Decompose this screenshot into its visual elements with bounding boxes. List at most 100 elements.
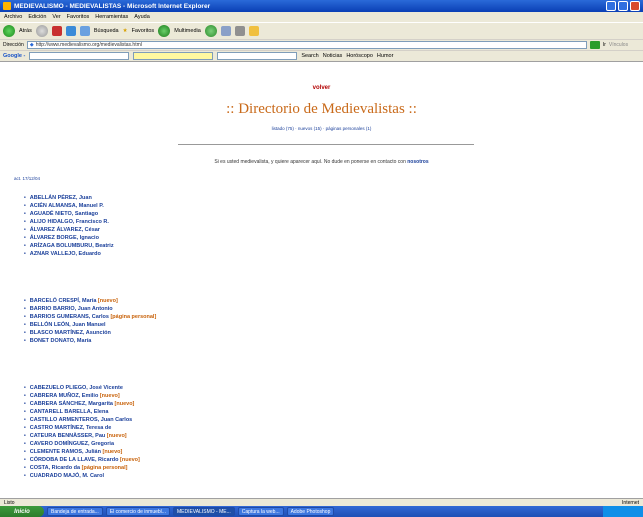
- list-item[interactable]: CAVERO DOMÍNGUEZ, Gregoria: [24, 440, 140, 448]
- maximize-button[interactable]: [618, 1, 628, 11]
- taskbar-item[interactable]: Captura la web...: [237, 507, 284, 516]
- medievalist-name-link[interactable]: CANTARELL BARELLA, Elena: [30, 409, 109, 415]
- medievalist-name-link[interactable]: BLASCO MARTÍNEZ, Asunción: [30, 330, 111, 336]
- list-item[interactable]: BONET DONATO, María: [24, 337, 156, 345]
- multimedia-button[interactable]: Multimedia: [174, 28, 201, 34]
- medievalist-name-link[interactable]: ACIÉN ALMANSA, Manuel P.: [30, 203, 104, 209]
- medievalist-name-link[interactable]: CLEMENTE RAMOS, Julián: [30, 449, 101, 455]
- subnav-links[interactable]: listado (75) · nuevos (15) · páginas per…: [0, 126, 643, 131]
- go-button[interactable]: Ir: [603, 42, 606, 48]
- list-item[interactable]: BARRIO BARRIO, Juan Antonio: [24, 305, 156, 313]
- menu-item-edicion[interactable]: Edición: [28, 14, 46, 20]
- menu-item-favoritos[interactable]: Favoritos: [67, 14, 90, 20]
- list-item[interactable]: CÓRDOBA DE LA LLAVE, Ricardo [nuevo]: [24, 456, 140, 464]
- list-item[interactable]: CABEZUELO PLIEGO, José Vicente: [24, 384, 140, 392]
- menu-item-archivo[interactable]: Archivo: [4, 14, 22, 20]
- medievalist-name-link[interactable]: CABEZUELO PLIEGO, José Vicente: [30, 385, 123, 391]
- google-highlight-field[interactable]: [133, 52, 214, 60]
- new-badge[interactable]: [nuevo]: [115, 401, 135, 407]
- taskbar-item[interactable]: El comercio de inmuebl...: [105, 507, 170, 516]
- links-label[interactable]: Vínculos: [609, 42, 628, 48]
- list-item[interactable]: ALIJO HIDALGO, Francisco R.: [24, 218, 114, 226]
- taskbar-item-active[interactable]: MEDIEVALISMO - ME...: [172, 507, 235, 516]
- list-item[interactable]: BELLÓN LEÓN, Juan Manuel: [24, 321, 156, 329]
- medievalist-name-link[interactable]: ABELLÁN PÉREZ, Juan: [30, 195, 92, 201]
- medievalist-name-link[interactable]: ALIJO HIDALGO, Francisco R.: [30, 219, 109, 225]
- folder-icon[interactable]: [248, 26, 259, 36]
- favorites-button[interactable]: Favoritos: [132, 28, 155, 34]
- medievalist-name-link[interactable]: CÓRDOBA DE LA LLAVE, Ricardo: [30, 457, 119, 463]
- google-logo[interactable]: Google -: [3, 53, 25, 59]
- forward-icon[interactable]: [35, 25, 48, 37]
- personal-page-link[interactable]: [página personal]: [110, 314, 156, 320]
- medievalist-name-link[interactable]: CAVERO DOMÍNGUEZ, Gregoria: [30, 441, 114, 447]
- medievalist-name-link[interactable]: BARRIO BARRIO, Juan Antonio: [30, 306, 113, 312]
- medievalist-name-link[interactable]: COSTA, Ricardo da: [30, 465, 80, 471]
- google-dropdown[interactable]: [217, 52, 298, 60]
- list-item[interactable]: ÁLVAREZ ÁLVAREZ, César: [24, 226, 114, 234]
- medievalist-name-link[interactable]: BARRIOS GUMERANS, Carlos: [30, 314, 109, 320]
- new-badge[interactable]: [nuevo]: [98, 298, 118, 304]
- medievalist-name-link[interactable]: CASTILLO ARMENTEROS, Juan Carlos: [30, 417, 132, 423]
- google-horoscope-button[interactable]: Horóscopo: [346, 53, 373, 59]
- close-button[interactable]: [630, 1, 640, 11]
- volver-link[interactable]: volver: [0, 85, 643, 91]
- list-item[interactable]: AGUADÉ NIETO, Santiago: [24, 210, 114, 218]
- medievalist-name-link[interactable]: AZNAR VALLEJO, Eduardo: [30, 251, 101, 257]
- search-button[interactable]: Búsqueda: [94, 28, 119, 34]
- personal-page-link[interactable]: [página personal]: [82, 465, 128, 471]
- medievalist-name-link[interactable]: ÁLVAREZ ÁLVAREZ, César: [30, 227, 100, 233]
- stop-icon[interactable]: [51, 26, 62, 36]
- list-item[interactable]: CASTILLO ARMENTEROS, Juan Carlos: [24, 416, 140, 424]
- new-badge[interactable]: [nuevo]: [100, 393, 120, 399]
- history-icon[interactable]: [204, 25, 217, 37]
- google-search-button[interactable]: Search: [301, 53, 318, 59]
- list-item[interactable]: ÁLVAREZ BORGE, Ignacio: [24, 234, 114, 242]
- list-item[interactable]: BLASCO MARTÍNEZ, Asunción: [24, 329, 156, 337]
- list-item[interactable]: BARCELÓ CRESPÍ, María [nuevo]: [24, 297, 156, 305]
- medievalist-name-link[interactable]: CABRERA SÁNCHEZ, Margarita: [30, 401, 113, 407]
- new-badge[interactable]: [nuevo]: [103, 449, 123, 455]
- new-badge[interactable]: [nuevo]: [107, 433, 127, 439]
- google-humor-button[interactable]: Humor: [377, 53, 394, 59]
- medievalist-name-link[interactable]: CASTRO MARTÍNEZ, Teresa de: [30, 425, 112, 431]
- list-item[interactable]: CATEURA BENNÀSSER, Pau [nuevo]: [24, 432, 140, 440]
- medievalist-name-link[interactable]: BELLÓN LEÓN, Juan Manuel: [30, 322, 106, 328]
- medievalist-name-link[interactable]: BONET DONATO, María: [30, 338, 92, 344]
- list-item[interactable]: CUADRADO MAJÓ, M. Carol: [24, 472, 140, 480]
- contact-link[interactable]: nosotros: [407, 159, 428, 165]
- minimize-button[interactable]: [606, 1, 616, 11]
- list-item[interactable]: ABELLÁN PÉREZ, Juan: [24, 194, 114, 202]
- taskbar-item[interactable]: Bandeja de entrada...: [47, 507, 103, 516]
- list-item[interactable]: CABRERA MUÑOZ, Emilio [nuevo]: [24, 392, 140, 400]
- taskbar-item[interactable]: Adobe Photoshop: [286, 507, 335, 516]
- medievalist-name-link[interactable]: CUADRADO MAJÓ, M. Carol: [30, 473, 104, 479]
- medievalist-name-link[interactable]: AGUADÉ NIETO, Santiago: [30, 211, 98, 217]
- list-item[interactable]: ARÍZAGA BOLUMBURU, Beatriz: [24, 242, 114, 250]
- refresh-icon[interactable]: [65, 26, 76, 36]
- google-news-button[interactable]: Noticias: [323, 53, 343, 59]
- google-search-input[interactable]: [29, 52, 130, 60]
- back-label[interactable]: Atrás: [19, 28, 32, 34]
- go-arrow-icon[interactable]: [589, 41, 600, 49]
- mail-icon[interactable]: [220, 26, 231, 36]
- new-badge[interactable]: [nuevo]: [120, 457, 140, 463]
- medievalist-name-link[interactable]: BARCELÓ CRESPÍ, María: [30, 298, 97, 304]
- list-item[interactable]: ACIÉN ALMANSA, Manuel P.: [24, 202, 114, 210]
- back-icon[interactable]: [3, 25, 15, 37]
- list-item[interactable]: COSTA, Ricardo da [página personal]: [24, 464, 140, 472]
- print-icon[interactable]: [234, 26, 245, 36]
- medievalist-name-link[interactable]: CATEURA BENNÀSSER, Pau: [30, 433, 105, 439]
- list-item[interactable]: CASTRO MARTÍNEZ, Teresa de: [24, 424, 140, 432]
- list-item[interactable]: CANTARELL BARELLA, Elena: [24, 408, 140, 416]
- menu-item-ver[interactable]: Ver: [52, 14, 60, 20]
- address-input[interactable]: ◆ http://www.medievalismo.org/medievalis…: [26, 41, 587, 49]
- list-item[interactable]: BARRIOS GUMERANS, Carlos [página persona…: [24, 313, 157, 321]
- home-icon[interactable]: [79, 26, 90, 36]
- menu-item-ayuda[interactable]: Ayuda: [134, 14, 150, 20]
- medievalist-name-link[interactable]: ÁLVAREZ BORGE, Ignacio: [30, 235, 99, 241]
- list-item[interactable]: CLEMENTE RAMOS, Julián [nuevo]: [24, 448, 140, 456]
- list-item[interactable]: AZNAR VALLEJO, Eduardo: [24, 250, 114, 258]
- list-item[interactable]: CABRERA SÁNCHEZ, Margarita [nuevo]: [24, 400, 140, 408]
- medievalist-name-link[interactable]: CABRERA MUÑOZ, Emilio: [30, 393, 99, 399]
